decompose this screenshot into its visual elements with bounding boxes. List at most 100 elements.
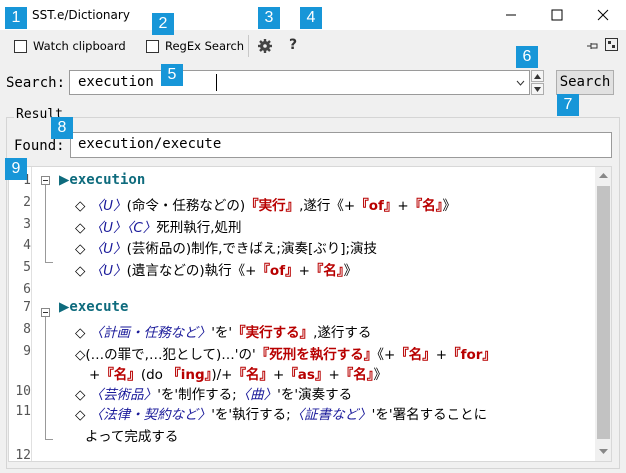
headword: execute [69, 299, 129, 315]
fold-toggle-icon[interactable] [41, 176, 50, 185]
definition-fragment: 『名』 [100, 367, 141, 383]
maximize-button[interactable] [534, 0, 580, 30]
definition-fragment: ◇ [75, 241, 90, 257]
close-icon [597, 9, 609, 21]
line-number: 5 [23, 260, 31, 275]
definition-fragment: 〈U〉 [89, 263, 127, 279]
regex-search-checkbox[interactable]: RegEx Search [146, 39, 244, 53]
found-field[interactable]: execution/execute [70, 132, 612, 158]
line-number: 11 [15, 404, 31, 419]
definition-fragment: 〈U〉〈C〉 [89, 220, 157, 236]
definition-line: ◇(…の罪で,…犯として)…'の'『死刑を執行する』《+『名』+『for』 [75, 343, 496, 363]
definition-fragment: (命令・任務などの) [126, 198, 246, 214]
result-text-view[interactable]: 1 ▶execution 2 ◇ 〈U〉(命令・任務などの)『実行』,遂行《+『of』… [8, 166, 612, 462]
definition-fragment: 'を'署名することに [371, 407, 488, 423]
pin-icon[interactable] [586, 40, 600, 52]
line-number: 2 [23, 195, 31, 210]
found-label: Found: [14, 138, 65, 154]
gear-icon[interactable] [257, 38, 273, 54]
minimize-button[interactable] [488, 0, 534, 30]
search-button[interactable]: Search [556, 70, 614, 95]
vertical-scrollbar[interactable] [595, 167, 611, 461]
definition-fragment: + [89, 367, 101, 383]
line-number: 6 [23, 282, 31, 297]
line-number: 10 [15, 384, 31, 399]
definition-fragment: 『as』 [284, 367, 329, 383]
spin-up-button[interactable] [531, 70, 544, 82]
definition-fragment: + [397, 198, 409, 214]
line-number: 4 [23, 238, 31, 253]
found-value: execution/execute [78, 136, 222, 152]
definition-fragment: ◇ [75, 263, 90, 279]
definition-line: ◇ 〈法律・契約など〉'を'執行する;〈証書など〉'を'署名することに [75, 403, 487, 423]
checkbox-box[interactable] [14, 39, 27, 53]
definition-line: +『名』(do 『ing』)/+『名』+『as』+『名』》 [89, 363, 387, 383]
annotation-badge-4: 4 [300, 7, 322, 29]
definition-fragment: 〈証書など〉 [290, 407, 372, 423]
definition-fragment: 死刑執行,処刑 [156, 220, 242, 236]
definition-line: ◇ 〈U〉(芸術品の)制作,できばえ;演奏[ぶり];演技 [75, 237, 377, 257]
definition-fragment: ,遂行する [313, 325, 372, 341]
spin-down-button[interactable] [531, 83, 544, 95]
search-input[interactable]: execution [69, 70, 530, 95]
definition-fragment: 〈芸術品〉 [89, 387, 158, 403]
definition-fragment: 'を' [211, 325, 233, 341]
compact-view-icon[interactable] [605, 38, 618, 51]
definition-fragment: 〈U〉 [89, 241, 127, 257]
arrow-down-icon [534, 87, 541, 92]
definition-fragment: (遺言などの)執行《+ [126, 263, 257, 279]
fold-toggle-icon[interactable] [41, 308, 50, 317]
help-button[interactable]: ? [289, 37, 297, 53]
definition-fragment: 『名』 [309, 263, 344, 279]
definition-line: ◇ 〈U〉(命令・任務などの)『実行』,遂行《+『of』+『名』》 [75, 194, 456, 214]
scroll-up-icon[interactable] [599, 173, 608, 179]
watch-clipboard-label: Watch clipboard [33, 39, 126, 53]
chevron-down-icon[interactable] [516, 80, 525, 86]
annotation-badge-1: 1 [5, 7, 27, 29]
definition-line: ◇ 〈計画・任務など〉'を'『実行する』,遂行する [75, 321, 371, 341]
line-number: 3 [23, 217, 31, 232]
definition-fragment: 《+ [377, 347, 396, 363]
checkbox-box[interactable] [146, 39, 159, 53]
definition-fragment: )/+ [211, 367, 233, 383]
fold-guide-line [45, 317, 46, 439]
history-spinner[interactable] [531, 70, 544, 95]
definition-fragment: 『実行』 [245, 198, 300, 214]
definition-line: ▶execution [59, 172, 145, 188]
definition-fragment: + [298, 263, 310, 279]
headword-marker-icon: ▶ [59, 172, 70, 188]
definition-fragment: ,遂行《+ [299, 198, 356, 214]
definition-fragment: 》 [442, 198, 456, 214]
close-button[interactable] [580, 0, 626, 30]
regex-search-label: RegEx Search [165, 39, 245, 53]
definition-fragment: 『名』 [408, 198, 443, 214]
scrollbar-thumb[interactable] [597, 186, 610, 439]
arrow-up-icon [534, 74, 541, 79]
definition-fragment: 『名』 [232, 367, 274, 383]
definition-fragment: + [435, 347, 448, 363]
definition-fragment: ◇ [75, 387, 90, 403]
maximize-icon [551, 9, 563, 21]
annotation-badge-5: 5 [161, 64, 183, 86]
definition-fragment: 'を'執行する; [211, 407, 291, 423]
definition-fragment: よって完成する [85, 429, 179, 445]
definition-line: ◇ 〈U〉〈C〉死刑執行,処刑 [75, 216, 242, 236]
scroll-down-icon[interactable] [599, 449, 608, 455]
definition-fragment: ◇ [75, 220, 90, 236]
definition-fragment: 'を'演奏する [277, 387, 353, 403]
definition-fragment: 『名』 [339, 367, 374, 383]
window-title: SST.e/Dictionary [32, 8, 130, 22]
definition-fragment: 『実行する』 [232, 325, 314, 341]
annotation-badge-3: 3 [258, 7, 280, 29]
definition-fragment: (do [140, 367, 168, 383]
minimize-icon [506, 14, 516, 16]
headword: execution [69, 172, 146, 188]
annotation-badge-2: 2 [152, 13, 174, 35]
watch-clipboard-checkbox[interactable]: Watch clipboard [14, 39, 126, 53]
definition-fragment: + [273, 367, 285, 383]
definition-line: ▶execute [59, 299, 128, 315]
fold-guide-end [45, 439, 53, 440]
text-caret [216, 74, 217, 91]
definition-line: ◇ 〈U〉(遺言などの)執行《+『of』+『名』》 [75, 259, 357, 279]
definition-fragment: 'を'制作する; [157, 387, 237, 403]
